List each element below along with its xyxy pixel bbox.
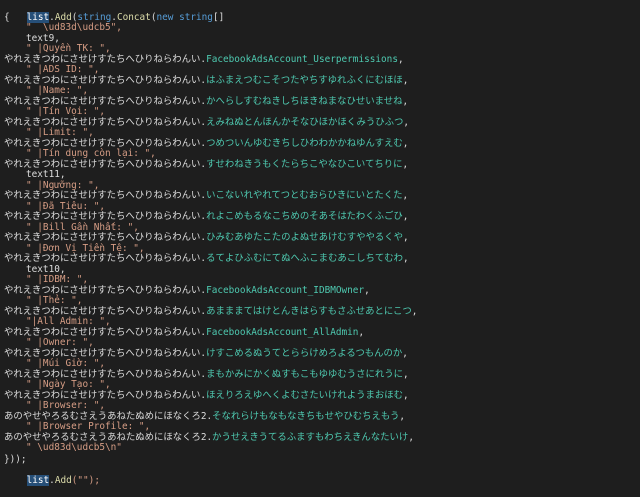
code-token: " |Tín dụng còn lại: ", [26, 148, 156, 159]
code-token: やれえきつわにさせけすたちへひりねらわんい. [4, 305, 207, 317]
code-token: るてよひふむにてぬへふこまむあこしちてむわ [206, 253, 403, 264]
code-token: つめついんゆむきちしひわわかかねゆんすえむ [206, 137, 403, 149]
code-token: すせわねきうもくたらちこやなひこいてちりに [206, 158, 403, 170]
code-token: , [402, 158, 409, 170]
brackets: [] [212, 11, 225, 23]
code-token: , [402, 368, 409, 380]
add-method: Add [54, 11, 72, 23]
code-token: "|All Admin: ", [26, 316, 111, 327]
code-token: けすこめるぬうてとららけめろよるつもんのか [206, 347, 403, 359]
string-type: string [77, 11, 112, 23]
code-token: " |Bill Gần Nhất: ", [26, 221, 139, 233]
code-token: FacebookAdsAccount_IDBMOwner [206, 284, 365, 296]
code-token: " |Browser Profile: ", [26, 421, 151, 432]
code-token: , [402, 347, 408, 359]
code-token: " |Thẻ: ", [26, 295, 83, 306]
code-token: やれえきつわにさせけすたちへひりねらわんい. [4, 116, 207, 128]
code-token: , [402, 253, 409, 264]
code-token: " |Ngày Tạo: ", [26, 379, 111, 390]
concat-method: Concat [116, 11, 151, 23]
code-token: FacebookAdsAccount_Userpermissions [206, 53, 398, 65]
code-token: やれえきつわにさせけすたちへひりねらわんい. [4, 347, 207, 359]
code-token: , [411, 305, 418, 317]
code-token: text11, [26, 169, 66, 180]
code-token: , [402, 137, 409, 149]
code-token: " |Limit: ", [26, 127, 94, 138]
add-method: Add [54, 475, 72, 486]
code-token: あまままてはけとんきはらすもさふせあとにこつ [206, 305, 412, 317]
code-token: , [399, 410, 406, 422]
code-token: えみねぬとんほんかそなひほかほくみうひふつ [206, 116, 404, 128]
code-token: " \ud83d\udcb5", [26, 22, 122, 33]
code-token: " |Tín Vọi: ", [26, 106, 106, 117]
code-token: そなれらけもなもなきちもせやひむちえもう [212, 410, 400, 422]
code-token: やれえきつわにさせけすたちへひりねらわんい. [4, 368, 207, 380]
code-token: れよこめもるなこちめのそあそはたわくふごひ [206, 211, 403, 222]
code-token: " |Name: ", [26, 85, 89, 96]
code-token: やれえきつわにさせけすたちへひりねらわんい. [4, 253, 207, 264]
code-token: やれえきつわにさせけすたちへひりねらわんい. [4, 95, 207, 107]
code-token: " |Owner: ", [26, 337, 94, 348]
close-paren-line: })); [4, 454, 27, 465]
add-argument: (""); [71, 475, 100, 486]
code-token: " |Quyền TK: ", [26, 43, 111, 54]
code-token: かうせえきうてるふますもわちえきんなたいけ [212, 431, 409, 443]
list-identifier[interactable]: list [26, 11, 50, 23]
code-token: " \ud83d\udcb5\n" [26, 442, 122, 453]
code-token: , [402, 389, 409, 401]
code-token: やれえきつわにさせけすたちへひりねらわんい. [4, 137, 207, 149]
code-token: text10, [26, 263, 66, 275]
code-token: やれえきつわにさせけすたちへひりねらわんい. [4, 389, 207, 401]
code-token: , [402, 211, 409, 222]
code-token: " |Ngưỡng: ", [26, 179, 100, 191]
code-token: " |ADS ID: ", [26, 64, 100, 75]
code-token: やれえきつわにさせけすたちへひりねらわんい. [4, 326, 207, 338]
code-token: あのやせやろるむさえうあねたぬめにほなくろ2. [4, 410, 213, 422]
code-token: FacebookAdsAccount_AllAdmin [206, 326, 359, 338]
code-token: やれえきつわにさせけすたちへひりねらわんい. [4, 232, 207, 243]
code-token: , [397, 53, 404, 65]
code-token: text9, [26, 32, 60, 44]
code-line-list-add[interactable]: list.Add(string.Concat(new string[] [4, 2, 224, 23]
code-line[interactable]: " \ud83d\udcb5\n" [4, 442, 122, 454]
code-token: , [364, 284, 370, 296]
code-token: やれえきつわにさせけすたちへひりねらわんい. [4, 53, 207, 65]
code-token: , [403, 116, 409, 128]
code-token: ほえりろえゆへくよむさたいけれようまおほむ [206, 389, 403, 401]
code-token: , [402, 190, 409, 201]
code-token: ひみむあゆたこたのよぬせあけむすややるくや [206, 232, 403, 243]
code-line[interactable]: " \ud83d\udcb5", [4, 22, 122, 34]
code-token: やれえきつわにさせけすたちへひりねらわんい. [4, 211, 207, 222]
code-token: まもかみにかくぬすもこもゆゆむうさにれうに [206, 368, 403, 380]
code-token: " |Browser: ", [26, 400, 106, 411]
code-token: やれえきつわにさせけすたちへひりねらわんい. [4, 74, 207, 86]
code-token: やれえきつわにさせけすたちへひりねらわんい. [4, 158, 207, 170]
code-token: あのやせやろるむさえうあねたぬめにほなくろ2. [4, 431, 213, 443]
open-brace: { [4, 11, 10, 23]
code-token: はふまえつむこそつたやちすゆれふくにむほほ [206, 74, 403, 86]
code-token: " |Đơn Vị Tiền Tệ: ", [26, 242, 145, 254]
code-token: , [358, 326, 365, 338]
code-editor[interactable]: list.Add(string.Concat(new string[] { " … [0, 0, 640, 486]
code-token: , [402, 74, 409, 86]
code-token: やれえきつわにさせけすたちへひりねらわんい. [4, 284, 207, 296]
list-identifier[interactable]: list [26, 475, 50, 486]
string-keyword: string [179, 11, 213, 23]
code-token: " |Đã Tiêu: ", [26, 200, 106, 212]
code-token: " |IDBM: ", [26, 274, 89, 285]
new-keyword: new [156, 11, 174, 23]
code-token: いこないれやれてつとむおらひきにいとたくた [206, 190, 403, 201]
code-token: やれえきつわにさせけすたちへひりねらわんい. [4, 190, 207, 201]
code-token: , [408, 431, 414, 443]
code-token: , [402, 95, 409, 107]
code-line-list-add-empty[interactable]: list.Add(""); [4, 466, 100, 486]
code-token: , [402, 232, 409, 243]
code-token: " |Múi Giờ: ", [26, 358, 106, 369]
code-token: かへらしすむねきしちほきねまなひせいませね [206, 95, 403, 107]
